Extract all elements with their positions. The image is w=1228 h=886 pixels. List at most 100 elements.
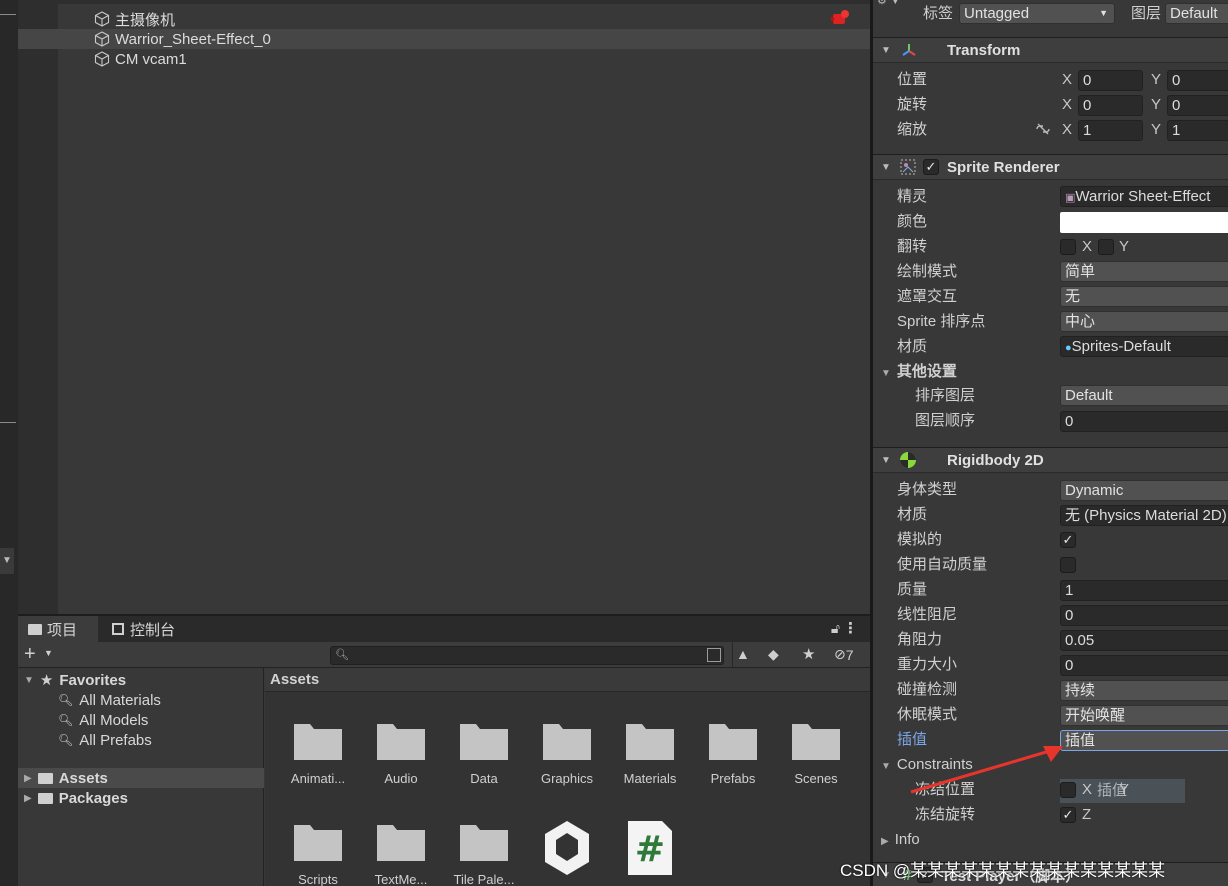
more-menu-icon[interactable]: ⋮ (843, 619, 858, 637)
rigidbody-checkbox[interactable]: ✓ (1060, 532, 1076, 548)
filter-label-icon[interactable]: ◆ (768, 646, 779, 663)
expand-triangle-icon[interactable]: ▶ (24, 773, 32, 784)
rigidbody2d-header[interactable]: ▼ Rigidbody 2D (873, 447, 1228, 473)
favorite-star-icon[interactable]: ★ (802, 645, 815, 663)
rigidbody-field[interactable]: 1 (1060, 580, 1228, 601)
color-label: 颜色 (897, 213, 928, 230)
transform-x-field[interactable]: 0 (1078, 95, 1143, 116)
tree-favorites[interactable]: ▼ ★ Favorites (24, 670, 126, 690)
axis-y-label: Y (1151, 96, 1162, 113)
component-title: Sprite Renderer (947, 158, 1060, 176)
tree-item[interactable]: 🔍︎ All Models (58, 710, 148, 730)
asset-tile[interactable]: Animati... (278, 718, 358, 786)
info-foldout[interactable]: ▶ Info (881, 830, 920, 850)
transform-x-field[interactable]: 0 (1078, 70, 1143, 91)
csdn-watermark: CSDN @某某某某某某某某某某某某某某某 (840, 861, 1166, 880)
sorting-layer-label: 排序图层 (915, 387, 976, 404)
strip-dropdown-icon[interactable]: ▼ (0, 548, 14, 574)
sprite-renderer-header[interactable]: ▼ ✓ Sprite Renderer (873, 154, 1228, 180)
lock-icon[interactable]: 🔓︎ (831, 620, 840, 637)
asset-tile[interactable]: Data (444, 718, 524, 786)
expand-triangle-icon[interactable]: ▼ (881, 761, 891, 772)
asset-tile[interactable]: Scenes (776, 718, 856, 786)
hidden-packages-toggle[interactable]: ⊘ 7 (834, 646, 854, 663)
layer-dropdown[interactable]: Default (1165, 3, 1228, 24)
asset-tile[interactable]: Materials (610, 718, 690, 786)
asset-label: TextMe... (374, 872, 428, 886)
hierarchy-item[interactable]: 主摄像机 (58, 9, 870, 29)
rigidbody-field[interactable]: 0.05 (1060, 630, 1228, 651)
search-input[interactable]: 🔍︎ (330, 646, 724, 665)
layer-value: Default (1170, 5, 1218, 22)
info-label: Info (894, 831, 920, 848)
asset-tile[interactable]: Prefabs (693, 718, 773, 786)
expand-triangle-icon[interactable]: ▼ (881, 162, 891, 173)
asset-tile[interactable]: Graphics (527, 718, 607, 786)
component-enabled-checkbox[interactable]: ✓ (923, 159, 939, 175)
rigidbody-dropdown[interactable]: 持续 (1060, 680, 1228, 701)
tree-packages[interactable]: ▶ Packages (24, 788, 128, 808)
search-scope-icon[interactable] (707, 648, 721, 662)
rigidbody-dropdown[interactable]: 开始唤醒 (1060, 705, 1228, 726)
filter-type-icon[interactable]: ▲ (736, 646, 750, 662)
flip-y-checkbox[interactable] (1098, 239, 1114, 255)
flip-x-checkbox[interactable] (1060, 239, 1076, 255)
gameobject-cube-icon (94, 31, 110, 47)
rigidbody-row-label: 使用自动质量 (897, 556, 988, 573)
asset-label: Data (470, 771, 498, 786)
transform-header[interactable]: ▼ Transform (873, 37, 1228, 63)
tag-dropdown[interactable]: Untagged ▼ (959, 3, 1115, 24)
rigidbody-row-label: 碰撞检测 (897, 681, 958, 698)
settings-icon[interactable]: ⚙ ▼ (877, 0, 901, 7)
asset-tile[interactable]: #TestPlay... (610, 819, 690, 886)
sort-point-dropdown[interactable]: 中心 (1060, 311, 1228, 332)
constrain-proportions-icon[interactable] (1035, 122, 1051, 136)
material-object-field[interactable]: ●Sprites-Default (1060, 336, 1228, 357)
hierarchy-item[interactable]: CM vcam1 (58, 49, 870, 69)
material-value: Sprites-Default (1071, 338, 1171, 355)
asset-label: Graphics (540, 771, 594, 786)
asset-tile[interactable]: TextMe... (361, 819, 441, 886)
rigidbody-dropdown[interactable]: 插值 (1060, 730, 1228, 751)
rigidbody-field[interactable]: 0 (1060, 655, 1228, 676)
freeze-rot-z-checkbox[interactable]: ✓ (1060, 807, 1076, 823)
expand-triangle-icon[interactable]: ▼ (881, 368, 891, 379)
tree-item[interactable]: 🔍︎ All Materials (58, 690, 161, 710)
hierarchy-gutter (18, 0, 58, 614)
tree-assets[interactable]: ▶ Assets (18, 768, 264, 788)
asset-tile[interactable]: Tile Pale... (444, 819, 524, 886)
tree-item[interactable]: 🔍︎ All Prefabs (58, 730, 152, 750)
rigidbody-field[interactable]: 无 (Physics Material 2D) (1060, 505, 1228, 526)
transform-y-field[interactable]: 1 (1167, 120, 1228, 141)
rigidbody-field[interactable]: 0 (1060, 605, 1228, 626)
create-plus-icon[interactable]: + (24, 643, 36, 666)
expand-triangle-icon[interactable]: ▶ (24, 793, 32, 804)
strip-line (0, 422, 16, 423)
asset-tile[interactable]: Audio (361, 718, 441, 786)
tab-console[interactable]: 控制台 (102, 616, 202, 642)
order-in-layer-field[interactable]: 0 (1060, 411, 1228, 432)
tab-project[interactable]: 项目 (18, 616, 98, 642)
hierarchy-item-selected[interactable]: Warrior_Sheet-Effect_0 (18, 29, 870, 49)
color-swatch[interactable] (1060, 212, 1228, 233)
transform-y-field[interactable]: 0 (1167, 95, 1228, 116)
expand-triangle-icon[interactable]: ▼ (24, 675, 34, 686)
asset-tile[interactable]: Scripts (278, 819, 358, 886)
expand-triangle-icon[interactable]: ▼ (881, 45, 891, 56)
rigidbody-checkbox[interactable] (1060, 557, 1076, 573)
draw-mode-dropdown[interactable]: 简单 (1060, 261, 1228, 282)
expand-triangle-icon[interactable]: ▼ (881, 455, 891, 466)
rigidbody-dropdown[interactable]: Dynamic (1060, 480, 1228, 501)
search-icon: 🔍︎ (58, 713, 74, 727)
chevron-down-icon[interactable]: ▼ (44, 648, 53, 658)
expand-triangle-icon[interactable]: ▶ (881, 836, 889, 847)
asset-tile[interactable]: 1 (527, 819, 607, 886)
rigidbody-row-label: 线性阻尼 (897, 606, 958, 623)
sprite-object-field[interactable]: ▣Warrior Sheet-Effect (1060, 186, 1228, 207)
transform-y-field[interactable]: 0 (1167, 70, 1228, 91)
sorting-layer-dropdown[interactable]: Default (1060, 385, 1228, 406)
transform-x-field[interactable]: 1 (1078, 120, 1143, 141)
other-settings-foldout[interactable]: ▼ 其他设置 (881, 362, 957, 382)
sprite-value: Warrior Sheet-Effect (1075, 188, 1211, 205)
mask-dropdown[interactable]: 无 (1060, 286, 1228, 307)
